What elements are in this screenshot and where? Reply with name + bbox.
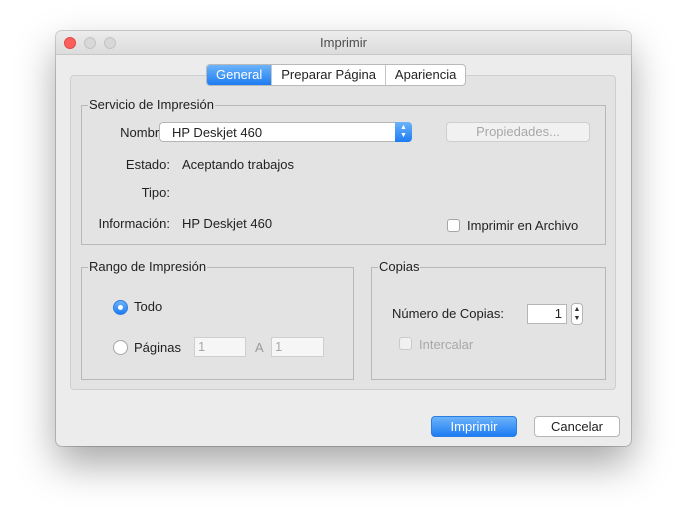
print-dialog: Imprimir Servicio de Impresión Rango de … <box>56 31 631 446</box>
tab-page-setup[interactable]: Preparar Página <box>271 65 385 85</box>
chevron-updown-icon: ▲ ▼ <box>395 122 412 142</box>
print-range-group: Rango de Impresión <box>81 259 354 380</box>
printer-select[interactable]: HP Deskjet 460 ▲ ▼ <box>159 122 412 142</box>
title-bar: Imprimir <box>56 31 631 55</box>
tab-bar: General Preparar Página Apariencia <box>206 64 467 86</box>
copies-stepper[interactable]: ▲ ▼ <box>571 303 583 325</box>
properties-button[interactable]: Propiedades... <box>446 122 590 142</box>
tab-appearance[interactable]: Apariencia <box>384 65 465 85</box>
collate-checkbox[interactable] <box>399 337 412 350</box>
info-label: Información: <box>98 216 170 231</box>
copies-count-label: Número de Copias: <box>392 306 504 321</box>
status-value: Aceptando trabajos <box>182 157 295 172</box>
tab-general[interactable]: General <box>207 65 272 85</box>
info-value: HP Deskjet 460 <box>182 216 273 231</box>
type-label: Tipo: <box>141 185 170 200</box>
copies-count-input[interactable]: 1 <box>527 304 567 324</box>
printer-name-label: Nombre: <box>120 125 170 140</box>
page-range-label: Páginas <box>134 340 181 355</box>
all-pages-radio[interactable] <box>113 300 128 315</box>
copies-title: Copias <box>378 259 421 275</box>
print-to-file-label: Imprimir en Archivo <box>467 218 579 233</box>
print-to-file-checkbox[interactable] <box>447 219 460 232</box>
page-to-input[interactable]: 1 <box>271 337 324 357</box>
print-range-title: Rango de Impresión <box>88 259 208 275</box>
print-service-title: Servicio de Impresión <box>88 97 215 113</box>
page-range-radio[interactable] <box>113 340 128 355</box>
copies-group: Copias <box>371 259 606 380</box>
status-label: Estado: <box>125 157 170 172</box>
page-from-input[interactable]: 1 <box>194 337 246 357</box>
all-pages-label: Todo <box>134 299 163 314</box>
cancel-button[interactable]: Cancelar <box>534 416 620 437</box>
window-title: Imprimir <box>320 35 367 50</box>
print-button[interactable]: Imprimir <box>431 416 517 437</box>
collate-label: Intercalar <box>419 337 474 352</box>
printer-select-value: HP Deskjet 460 <box>172 125 263 140</box>
page-to-label: A <box>255 340 264 355</box>
